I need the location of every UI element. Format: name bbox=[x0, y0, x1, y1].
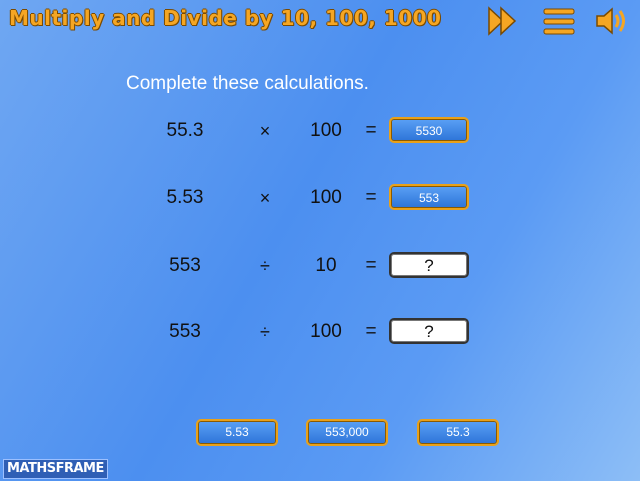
answer-box[interactable]: ? bbox=[389, 318, 469, 344]
page-title: Multiply and Divide by 10, 100, 1000 bbox=[9, 6, 442, 30]
instruction-text: Complete these calculations. bbox=[126, 73, 369, 94]
left-operand: 553 bbox=[169, 321, 201, 342]
answer-choice-button[interactable]: 553,000 bbox=[306, 419, 388, 446]
calculation-row: 553 ÷ 10 = ? bbox=[0, 251, 640, 281]
menu-icon[interactable] bbox=[542, 4, 576, 38]
calculation-row: 55.3 × 100 = 5530 bbox=[0, 116, 640, 146]
operator: × bbox=[259, 188, 271, 208]
equals-sign: = bbox=[365, 187, 377, 208]
left-operand: 553 bbox=[169, 255, 201, 276]
fast-forward-icon[interactable] bbox=[486, 4, 520, 38]
calculation-row: 553 ÷ 100 = ? bbox=[0, 317, 640, 347]
answer-box[interactable]: ? bbox=[389, 252, 469, 278]
answer-choice-button[interactable]: 5.53 bbox=[196, 419, 278, 446]
equals-sign: = bbox=[365, 120, 377, 141]
right-operand: 100 bbox=[310, 120, 342, 141]
right-operand: 100 bbox=[310, 321, 342, 342]
answer-box[interactable]: 553 bbox=[389, 184, 469, 210]
left-operand: 5.53 bbox=[166, 187, 204, 208]
answer-choice-button[interactable]: 55.3 bbox=[417, 419, 499, 446]
calculation-row: 5.53 × 100 = 553 bbox=[0, 183, 640, 213]
left-operand: 55.3 bbox=[166, 120, 204, 141]
operator: ÷ bbox=[260, 256, 270, 276]
equals-sign: = bbox=[365, 321, 377, 342]
right-operand: 100 bbox=[310, 187, 342, 208]
operator: ÷ bbox=[260, 322, 270, 342]
mathsframe-logo: MATHSFRAME bbox=[3, 459, 108, 479]
right-operand: 10 bbox=[315, 255, 337, 276]
speaker-icon[interactable] bbox=[594, 4, 628, 38]
equals-sign: = bbox=[365, 255, 377, 276]
operator: × bbox=[259, 121, 271, 141]
answer-box[interactable]: 5530 bbox=[389, 117, 469, 143]
